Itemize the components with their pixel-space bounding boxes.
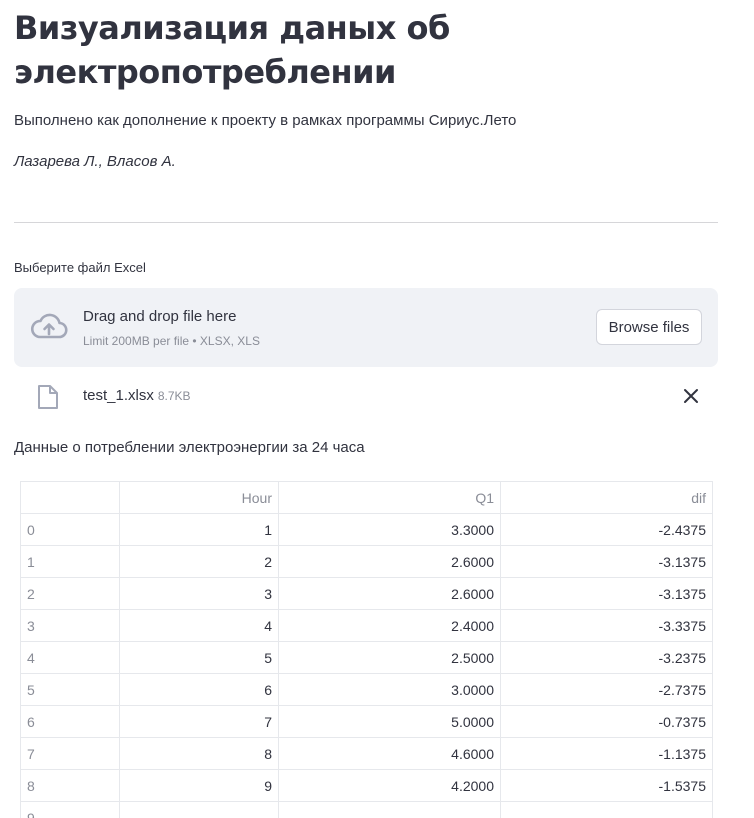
row-index[interactable]: 7	[20, 737, 120, 770]
dif-cell[interactable]	[500, 801, 713, 818]
hour-cell[interactable]: 9	[119, 769, 279, 802]
table-caption: Данные о потреблении электроэнергии за 2…	[14, 439, 365, 456]
q1-column-header[interactable]: Q1	[278, 481, 501, 514]
file-dropzone[interactable]: Drag and drop file here Limit 200MB per …	[14, 288, 718, 367]
q1-cell[interactable]: 4.6000	[278, 737, 501, 770]
row-index[interactable]: 0	[20, 513, 120, 546]
table-row: 5 6 3.0000 -2.7375	[20, 673, 713, 706]
q1-cell[interactable]: 2.4000	[278, 609, 501, 642]
q1-cell[interactable]: 2.5000	[278, 641, 501, 674]
divider	[14, 222, 718, 223]
file-icon	[38, 385, 58, 409]
row-index[interactable]: 8	[20, 769, 120, 802]
table-row: 2 3 2.6000 -3.1375	[20, 577, 713, 610]
dif-cell[interactable]: -0.7375	[500, 705, 713, 738]
hour-cell[interactable]: 5	[119, 641, 279, 674]
page-subtitle: Выполнено как дополнение к проекту в рам…	[14, 112, 517, 129]
uploaded-file-size: 8.7KB	[157, 389, 191, 403]
data-table[interactable]: Hour Q1 dif 0 1 3.3000 -2.4375 1 2 2.600…	[20, 481, 713, 818]
hour-cell[interactable]: 1	[119, 513, 279, 546]
hour-cell[interactable]	[119, 801, 279, 818]
authors-text: Лазарева Л., Власов А.	[14, 153, 176, 170]
hour-cell[interactable]: 4	[119, 609, 279, 642]
uploaded-file-row: test_1.xlsx 8.7KB	[14, 375, 718, 417]
dif-cell[interactable]: -1.1375	[500, 737, 713, 770]
page-title: Визуализация даных об электропотреблении	[14, 9, 450, 91]
q1-cell[interactable]: 3.0000	[278, 673, 501, 706]
index-column-header[interactable]	[20, 481, 120, 514]
row-index[interactable]: 3	[20, 609, 120, 642]
dif-cell[interactable]: -2.4375	[500, 513, 713, 546]
close-icon[interactable]	[680, 385, 702, 407]
hour-cell[interactable]: 8	[119, 737, 279, 770]
hour-cell[interactable]: 7	[119, 705, 279, 738]
table-row: 4 5 2.5000 -3.2375	[20, 641, 713, 674]
table-row: 0 1 3.3000 -2.4375	[20, 513, 713, 546]
uploaded-file-info: test_1.xlsx 8.7KB	[83, 386, 191, 406]
row-index[interactable]: 1	[20, 545, 120, 578]
row-index[interactable]: 6	[20, 705, 120, 738]
q1-cell[interactable]: 5.0000	[278, 705, 501, 738]
row-index[interactable]: 9	[20, 801, 120, 818]
q1-cell[interactable]	[278, 801, 501, 818]
dif-column-header[interactable]: dif	[500, 481, 713, 514]
dif-cell[interactable]: -3.3375	[500, 609, 713, 642]
dif-cell[interactable]: -3.1375	[500, 545, 713, 578]
row-index[interactable]: 2	[20, 577, 120, 610]
dif-cell[interactable]: -1.5375	[500, 769, 713, 802]
row-index[interactable]: 4	[20, 641, 120, 674]
table-row: 6 7 5.0000 -0.7375	[20, 705, 713, 738]
table-row: 8 9 4.2000 -1.5375	[20, 769, 713, 802]
uploader-label: Выберите файл Excel	[14, 260, 146, 275]
q1-cell[interactable]: 2.6000	[278, 545, 501, 578]
dif-cell[interactable]: -3.1375	[500, 577, 713, 610]
table-row: 9	[20, 801, 713, 818]
q1-cell[interactable]: 3.3000	[278, 513, 501, 546]
q1-cell[interactable]: 2.6000	[278, 577, 501, 610]
hour-cell[interactable]: 3	[119, 577, 279, 610]
table-header-row: Hour Q1 dif	[20, 481, 713, 514]
table-row: 7 8 4.6000 -1.1375	[20, 737, 713, 770]
hour-cell[interactable]: 6	[119, 673, 279, 706]
table-row: 3 4 2.4000 -3.3375	[20, 609, 713, 642]
cloud-upload-icon	[30, 313, 68, 339]
dropzone-instructions: Drag and drop file here	[83, 308, 237, 325]
q1-cell[interactable]: 4.2000	[278, 769, 501, 802]
uploaded-file-name: test_1.xlsx	[83, 387, 154, 404]
page: Визуализация даных об электропотреблении…	[0, 0, 754, 818]
dif-cell[interactable]: -2.7375	[500, 673, 713, 706]
browse-files-button[interactable]: Browse files	[596, 309, 702, 345]
dif-cell[interactable]: -3.2375	[500, 641, 713, 674]
hour-column-header[interactable]: Hour	[119, 481, 279, 514]
hour-cell[interactable]: 2	[119, 545, 279, 578]
dropzone-limit-text: Limit 200MB per file • XLSX, XLS	[83, 334, 260, 348]
row-index[interactable]: 5	[20, 673, 120, 706]
table-row: 1 2 2.6000 -3.1375	[20, 545, 713, 578]
